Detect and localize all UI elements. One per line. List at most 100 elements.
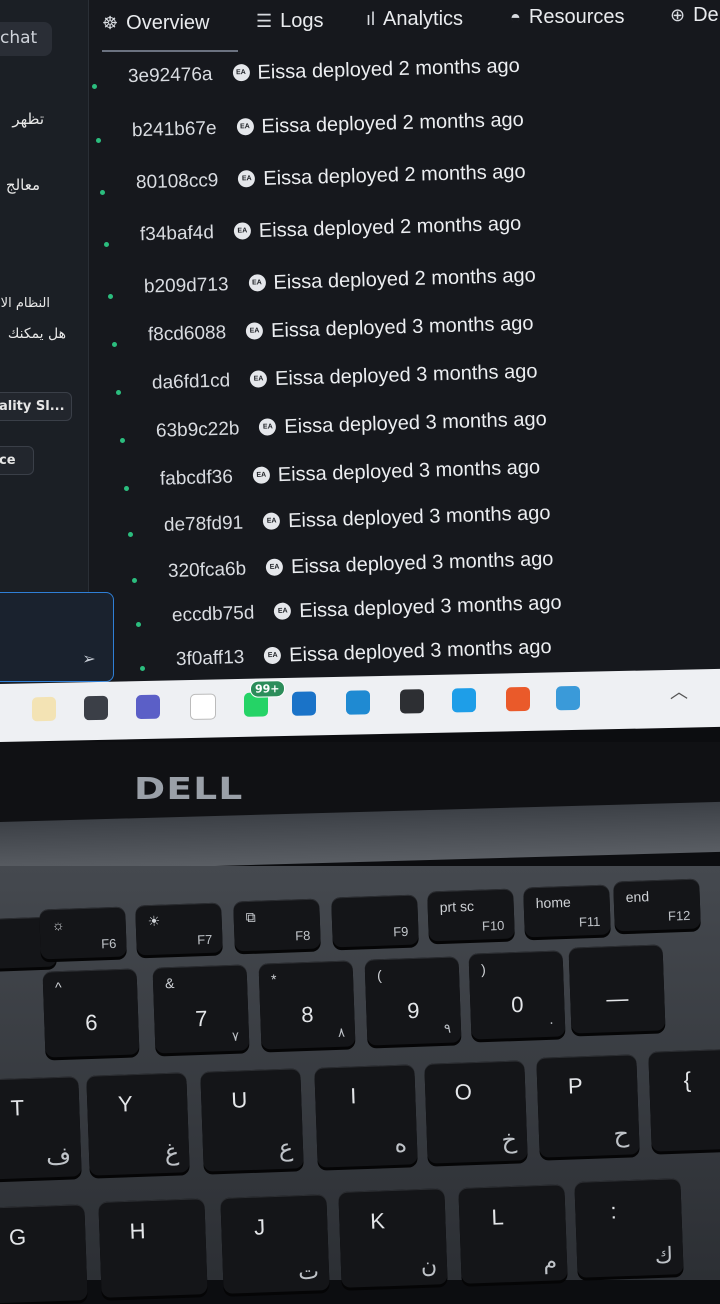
u-app-icon[interactable] [190, 693, 216, 721]
tab-label: Resources [528, 6, 625, 28]
chevron-up-icon[interactable]: ︿ [670, 678, 688, 704]
commit-hash[interactable]: 3f0aff13 [176, 647, 245, 671]
chat-tab[interactable]: chat [0, 22, 52, 56]
chat-snippet: النظام الا [0, 296, 50, 311]
chat-snippet: معالج [5, 176, 40, 194]
key-legend: خ [501, 1126, 518, 1155]
suggestion-chip[interactable]: ce [0, 446, 34, 475]
list-icon: ☰ [256, 11, 273, 31]
avatar: EA [263, 646, 282, 665]
office-icon[interactable] [506, 686, 530, 712]
commit-hash[interactable]: 3e92476a [128, 64, 213, 88]
key-legend: 0 [510, 992, 524, 1018]
avatar: EA [262, 512, 281, 531]
status-dot-icon [116, 390, 121, 395]
key-t[interactable]: Tف [0, 1076, 82, 1180]
key-f7[interactable]: ☀ F7 [135, 902, 223, 956]
deployment-row[interactable]: b209d713 EA Eissa deployed 2 months ago [144, 264, 537, 305]
commit-hash[interactable]: 80108cc9 [136, 170, 219, 194]
file-explorer-icon[interactable] [32, 696, 56, 722]
commit-hash[interactable]: b209d713 [144, 274, 229, 298]
commit-hash[interactable]: de78fd91 [164, 513, 244, 537]
key-9[interactable]: (9 ٩ [364, 956, 462, 1046]
deployment-row[interactable]: da6fd1cd EA Eissa deployed 3 months ago [152, 360, 538, 401]
deployment-row[interactable]: 63b9c22b EA Eissa deployed 3 months ago [156, 408, 548, 450]
laptop-screen: chat تظهر معالج النظام الا هل يمكنك alit… [0, 0, 720, 700]
tab-analytics[interactable]: ıl Analytics [366, 8, 463, 31]
avatar: EA [265, 558, 284, 577]
key-8[interactable]: * 8 ٨ [258, 960, 356, 1050]
key-h[interactable]: H [98, 1198, 208, 1298]
commit-hash[interactable]: 63b9c22b [156, 418, 240, 442]
avatar: EA [249, 370, 268, 389]
deployment-row[interactable]: 320fca6b EA Eissa deployed 3 months ago [168, 548, 554, 590]
suggestion-chip[interactable]: ality Sl... [0, 392, 72, 421]
key-minus[interactable]: — [568, 944, 666, 1034]
key-legend: ع [278, 1134, 294, 1163]
key-legend: P [567, 1073, 584, 1099]
message-composer[interactable]: ➢ [0, 592, 114, 682]
tab-resources[interactable]: ◓ Resources [510, 6, 624, 29]
deployment-row[interactable]: eccdb75d EA Eissa deployed 3 months ago [172, 592, 563, 634]
commit-hash[interactable]: eccdb75d [172, 603, 255, 628]
key-legend: ⧉ [245, 908, 256, 926]
key-i[interactable]: Iه [314, 1064, 418, 1168]
commit-hash[interactable]: fabcdf36 [160, 467, 234, 491]
tab-label: De [693, 4, 719, 26]
key-k[interactable]: Kن [338, 1188, 448, 1288]
key-g[interactable]: G [0, 1204, 88, 1304]
key-bracket[interactable]: {ج [648, 1048, 720, 1152]
key-f6[interactable]: ☼ F6 [39, 906, 127, 960]
key-legend: ح [613, 1120, 630, 1149]
deployment-row[interactable]: f34baf4d EA Eissa deployed 2 months ago [140, 213, 522, 254]
deployment-row[interactable]: 3f0aff13 EA Eissa deployed 3 months ago [176, 636, 553, 678]
outlook-icon[interactable] [292, 691, 316, 716]
chat-app-icon[interactable] [84, 695, 108, 721]
commit-hash[interactable]: b241b67e [132, 118, 217, 142]
status-dot-icon [92, 84, 97, 89]
teams-icon[interactable] [136, 694, 160, 720]
deployment-message: Eissa deployed 3 months ago [274, 360, 538, 391]
key-semicolon[interactable]: :ك [574, 1178, 684, 1278]
key-u[interactable]: Uع [200, 1068, 304, 1172]
tab-logs[interactable]: ☰ Logs [256, 10, 324, 33]
key-legend: I [349, 1083, 357, 1109]
key-0[interactable]: ) 0 ٠ [468, 950, 566, 1040]
commit-hash[interactable]: 320fca6b [168, 559, 247, 583]
key-l[interactable]: Lم [458, 1184, 568, 1284]
key-legend: ) [480, 961, 487, 978]
commit-hash[interactable]: f8cd6088 [148, 322, 227, 346]
send-button[interactable]: ➢ [75, 647, 103, 671]
deployment-message: Eissa deployed 3 months ago [288, 635, 552, 667]
key-j[interactable]: Jت [220, 1194, 330, 1294]
tab-overview[interactable]: ☸ Overview [102, 12, 210, 35]
deployment-row[interactable]: 80108cc9 EA Eissa deployed 2 months ago [136, 161, 526, 202]
status-dot-icon [104, 242, 109, 247]
deployment-row[interactable]: f8cd6088 EA Eissa deployed 3 months ago [148, 312, 534, 353]
deployment-row[interactable]: 3e92476a EA Eissa deployed 2 months ago [128, 55, 521, 95]
commit-hash[interactable]: da6fd1cd [152, 370, 231, 394]
photos-icon[interactable] [556, 685, 580, 711]
deployment-row[interactable]: de78fd91 EA Eissa deployed 3 months ago [164, 502, 551, 544]
key-f8[interactable]: ⧉ F8 [233, 898, 321, 952]
key-legend: home [535, 893, 571, 912]
key-f12[interactable]: end F12 [613, 878, 701, 932]
key-o[interactable]: Oخ [424, 1060, 528, 1164]
vscode-icon[interactable] [346, 690, 370, 715]
key-f9[interactable]: F9 [331, 894, 419, 948]
key-p[interactable]: Pح [536, 1054, 640, 1158]
chat-snippet: تظهر [12, 110, 44, 128]
key-f11[interactable]: home F11 [523, 884, 611, 938]
tab-domains[interactable]: ⊕ De [670, 4, 719, 27]
key-f10[interactable]: prt sc F10 [427, 888, 515, 942]
messenger-icon[interactable] [452, 688, 476, 713]
avatar: EA [259, 418, 277, 436]
deployment-row[interactable]: fabcdf36 EA Eissa deployed 3 months ago [160, 456, 541, 497]
key-7[interactable]: & 7 ٧ [152, 964, 250, 1054]
key-6[interactable]: ^ 6 [42, 968, 140, 1058]
deployment-row[interactable]: b241b67e EA Eissa deployed 2 months ago [132, 109, 525, 149]
key-y[interactable]: Yغ [86, 1072, 190, 1176]
deployment-message: Eissa deployed 2 months ago [257, 54, 521, 84]
store-icon[interactable] [400, 689, 424, 714]
commit-hash[interactable]: f34baf4d [140, 222, 215, 246]
